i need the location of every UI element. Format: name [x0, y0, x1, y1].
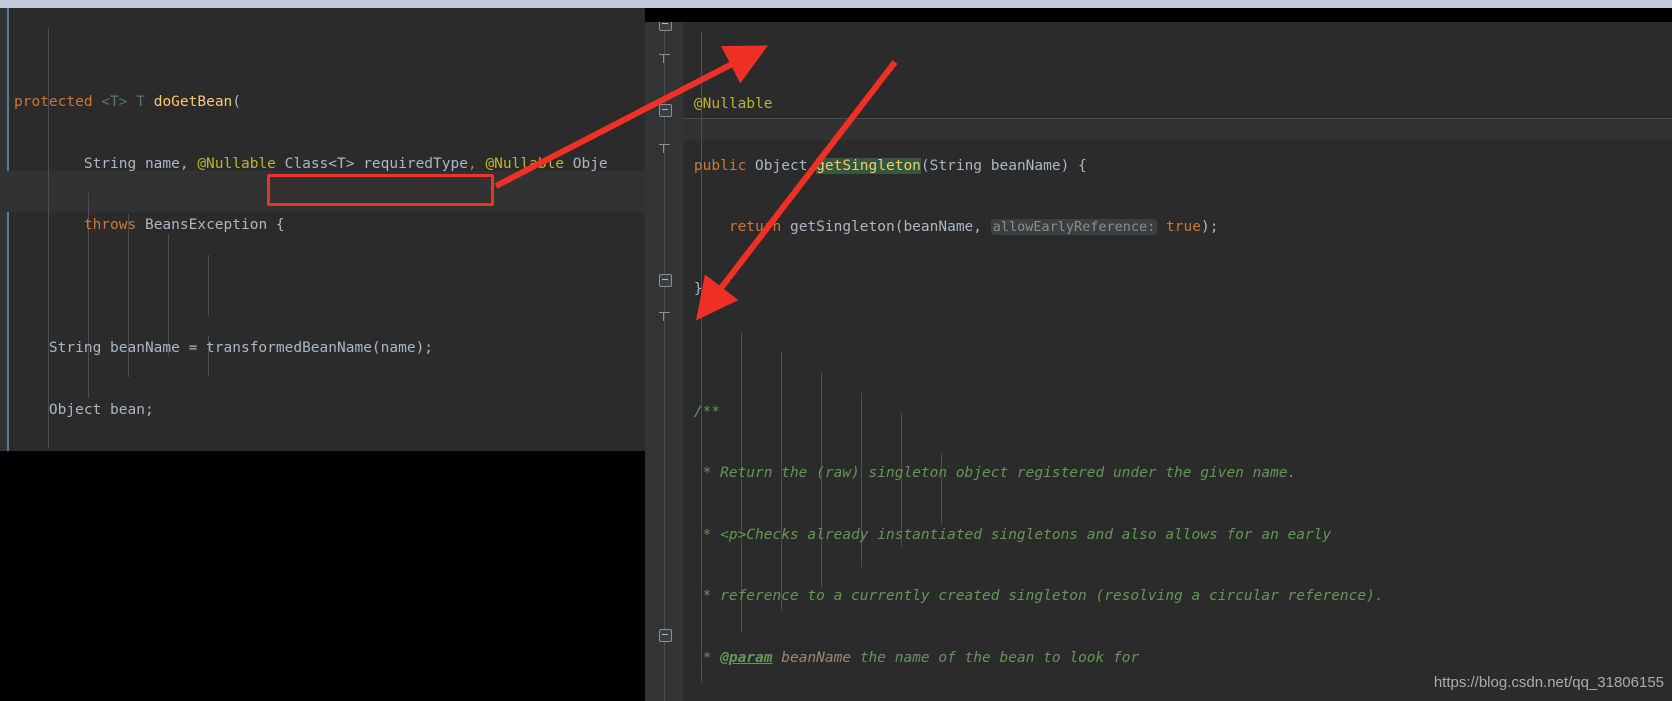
code-line: @Nullable	[693, 96, 773, 112]
code-line: * @param beanName the name of the bean t…	[702, 649, 1140, 666]
window-title-strip	[0, 0, 1672, 8]
watermark-text: https://blog.csdn.net/qq_31806155	[1433, 674, 1664, 691]
code-line: * <p>Checks already instantiated singlet…	[702, 526, 1332, 543]
code-line: * Return the (raw) singleton object regi…	[702, 465, 1297, 481]
right-pane-code[interactable]: @Nullable public Object getSingleton(Str…	[659, 22, 1480, 701]
code-line: return getSingleton(beanName, allowEarly…	[728, 219, 1219, 235]
screenshot-root: protected <T> T doGetBean( String name, …	[0, 0, 1672, 701]
code-line: /**	[693, 403, 721, 420]
code-line: throws BeansException {	[83, 217, 285, 233]
left-pane-gutter	[0, 8, 7, 451]
code-line: * reference to a currently created singl…	[702, 588, 1384, 604]
left-editor-pane[interactable]: protected <T> T doGetBean( String name, …	[0, 8, 645, 451]
window-black-strip	[1000, 8, 1672, 22]
code-line: Object bean;	[14, 401, 154, 418]
code-line: String name, @Nullable Class<T> required…	[14, 155, 608, 172]
code-line: String beanName = transformedBeanName(na…	[14, 340, 434, 356]
code-line: }	[659, 280, 703, 297]
left-pane-code[interactable]: protected <T> T doGetBean( String name, …	[14, 10, 608, 451]
right-editor-pane[interactable]: @Nullable public Object getSingleton(Str…	[645, 22, 1672, 701]
code-line: public Object getSingleton(String beanNa…	[693, 157, 1087, 174]
code-line: protected <T> T doGetBean(	[14, 94, 242, 110]
empty-black-area	[0, 451, 645, 701]
left-pane-accent-bar	[7, 8, 9, 451]
